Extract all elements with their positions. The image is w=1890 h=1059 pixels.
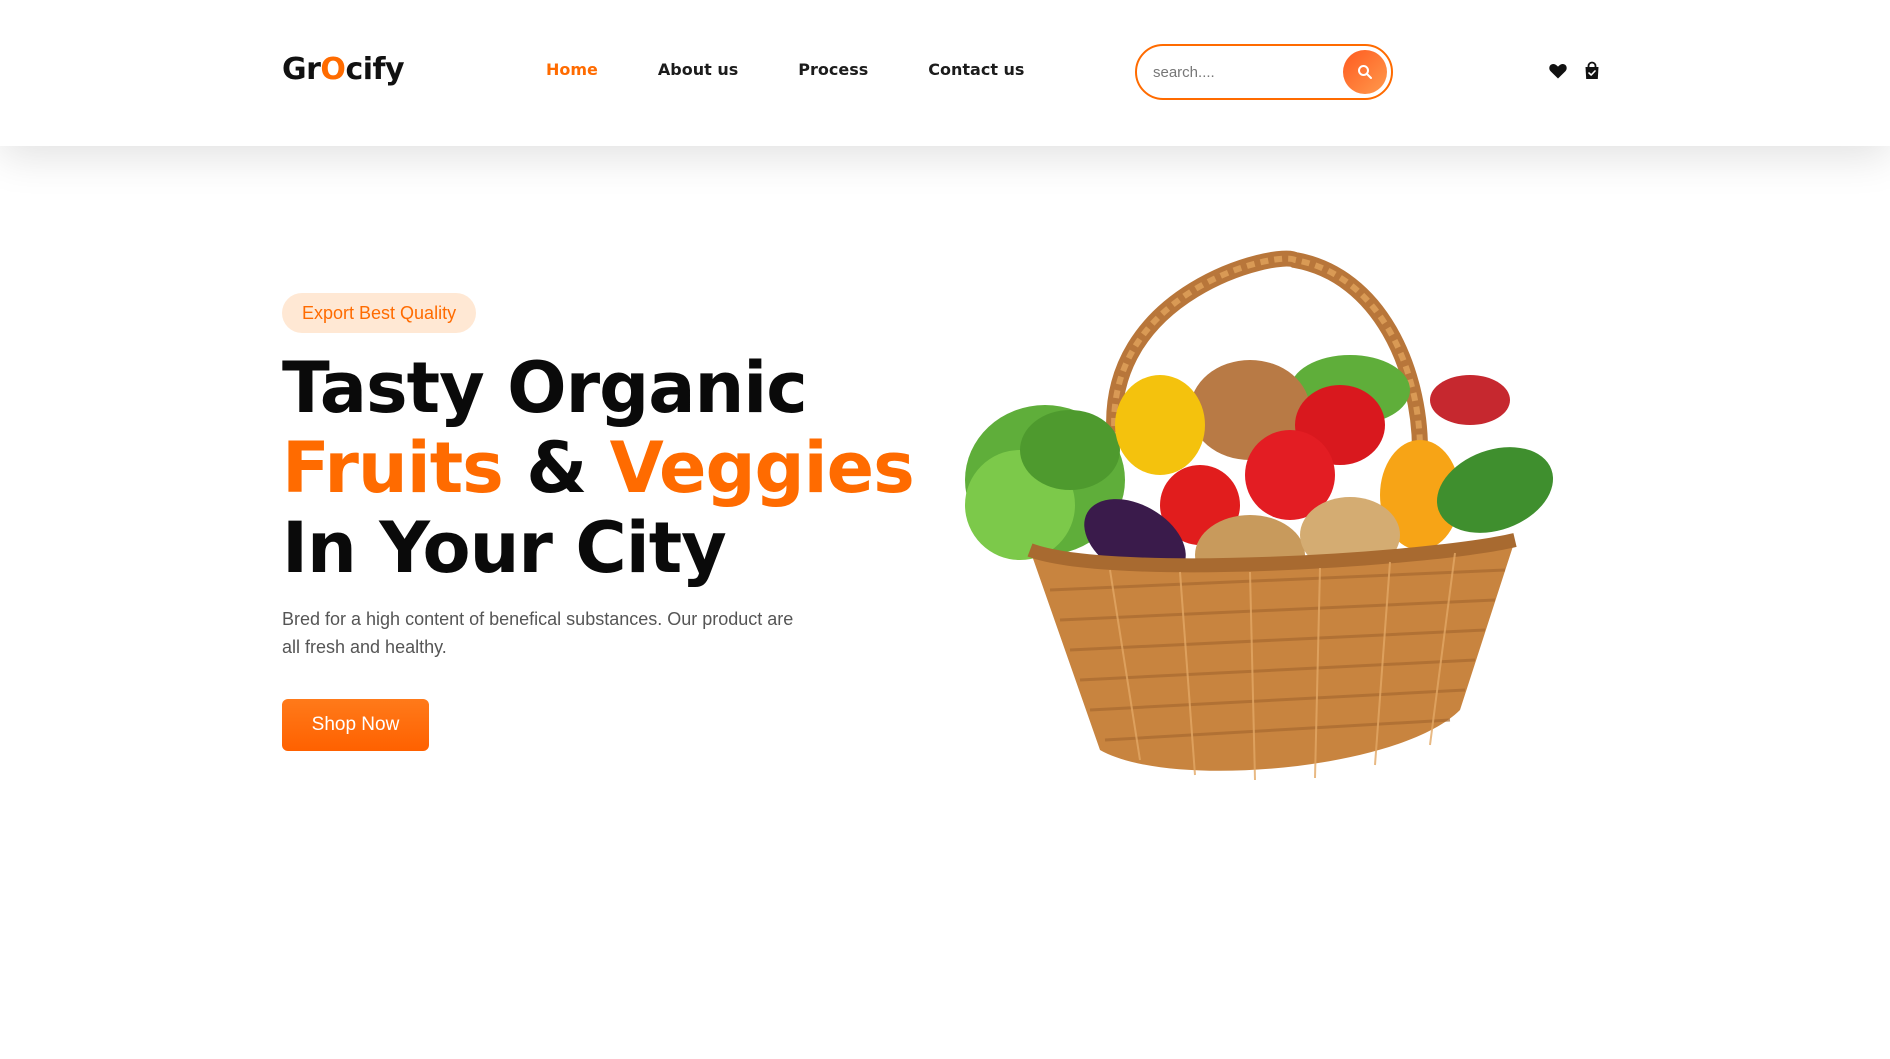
logo-text-start: Gr: [282, 52, 321, 87]
hero-title-line-1: Tasty Organic: [282, 347, 808, 429]
hero-title-line-3: In Your City: [282, 507, 727, 589]
hero-description: Bred for a high content of benefical sub…: [282, 609, 794, 657]
hero-title-veggies: Veggies: [609, 427, 915, 509]
logo-text-end: cify: [345, 52, 405, 87]
nav-about[interactable]: About us: [658, 60, 738, 79]
main-nav: Home About us Process Contact us: [546, 60, 1084, 79]
nav-process[interactable]: Process: [798, 60, 868, 79]
nav-contact[interactable]: Contact us: [928, 60, 1024, 79]
logo[interactable]: GrOcify: [282, 52, 405, 87]
wishlist-button[interactable]: [1548, 61, 1568, 81]
header-actions: [1548, 61, 1602, 81]
hero-title-fruits: Fruits: [282, 427, 504, 509]
search-button[interactable]: [1343, 50, 1387, 94]
cart-button[interactable]: [1582, 61, 1602, 81]
heart-icon: [1549, 64, 1567, 79]
shopping-bag-icon: [1585, 61, 1599, 79]
hero-title: Tasty Organic Fruits & Veggies In Your C…: [282, 347, 915, 589]
search-icon: [1358, 65, 1372, 79]
site-header: GrOcify Home About us Process Contact us: [0, 0, 1890, 146]
search-box: [1135, 44, 1393, 100]
vegetable-basket-image: [950, 250, 1590, 800]
nav-home[interactable]: Home: [546, 60, 598, 79]
search-input[interactable]: [1153, 58, 1323, 86]
shop-now-button[interactable]: Shop Now: [282, 699, 429, 751]
hero-title-ampersand: &: [502, 427, 610, 509]
logo-text-accent: O: [320, 52, 346, 87]
quality-badge: Export Best Quality: [282, 293, 477, 333]
hero-title-line-2: Fruits & Veggies: [282, 427, 915, 509]
